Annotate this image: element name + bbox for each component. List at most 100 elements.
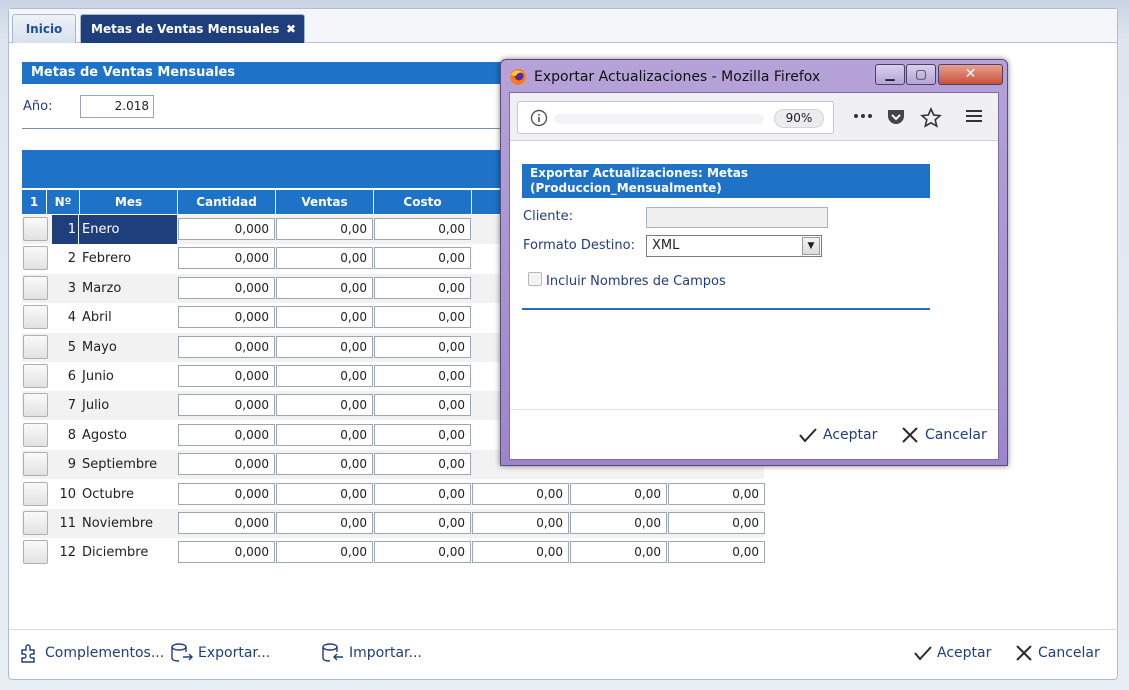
row-select-button[interactable] [23,511,48,535]
row-select-button[interactable] [23,482,48,506]
row-number: 2 [67,251,76,266]
cantidad-input[interactable]: 0,000 [178,336,275,358]
bookmark-star-icon[interactable] [920,107,942,129]
ano-input[interactable]: 2.018 [80,95,154,118]
cantidad-input[interactable]: 0,000 [178,541,275,563]
row-select-button[interactable] [23,393,48,417]
popup-cancelar-label: Cancelar [925,427,987,443]
ventas-input[interactable]: 0,00 [276,453,373,475]
popup-cancelar-button[interactable]: Cancelar [900,425,987,445]
row-mes: Diciembre [82,545,149,560]
costo-input[interactable]: 0,00 [374,277,471,299]
ventas-input[interactable]: 0,00 [276,277,373,299]
ventas-input[interactable]: 0,00 [276,394,373,416]
costo-input[interactable]: 0,00 [374,512,471,534]
exportar-button[interactable]: Exportar... [170,641,270,665]
cantidad-input[interactable]: 0,000 [178,218,275,240]
value-input[interactable]: 0,00 [472,541,569,563]
form-title: Metas de Ventas Mensuales [22,62,512,84]
row-select-button[interactable] [23,423,48,447]
cantidad-input[interactable]: 0,000 [178,483,275,505]
costo-input[interactable]: 0,00 [374,453,471,475]
costo-input[interactable]: 0,00 [374,336,471,358]
complementos-button[interactable]: Complementos... [19,641,164,665]
costo-input[interactable]: 0,00 [374,218,471,240]
importar-button[interactable]: Importar... [321,641,422,665]
ventas-input[interactable]: 0,00 [276,336,373,358]
incluir-checkbox[interactable] [528,272,542,286]
value-input[interactable]: 0,00 [472,512,569,534]
row-select-button[interactable] [23,305,48,329]
zoom-level[interactable]: 90% [774,109,824,128]
ventas-input[interactable]: 0,00 [276,306,373,328]
info-icon[interactable] [530,109,548,127]
more-icon[interactable] [852,107,874,125]
row-mes: Enero [79,215,177,244]
formato-select[interactable]: XML ▼ [646,235,822,257]
value-input[interactable]: 0,00 [668,483,765,505]
formato-label: Formato Destino: [523,238,635,253]
cliente-input[interactable] [646,207,828,228]
exportar-label: Exportar... [198,645,271,661]
cantidad-input[interactable]: 0,000 [178,394,275,416]
costo-input[interactable]: 0,00 [374,247,471,269]
cantidad-input[interactable]: 0,000 [178,512,275,534]
puzzle-icon [21,644,35,663]
ventas-input[interactable]: 0,00 [276,365,373,387]
cantidad-input[interactable]: 0,000 [178,306,275,328]
costo-input[interactable]: 0,00 [374,306,471,328]
ventas-input[interactable]: 0,00 [276,424,373,446]
costo-input[interactable]: 0,00 [374,394,471,416]
ventas-input[interactable]: 0,00 [276,247,373,269]
popup-aceptar-button[interactable]: Aceptar [798,425,877,445]
row-select-button[interactable] [23,276,48,300]
row-number: 3 [67,281,76,296]
check-icon [914,646,932,661]
grid-header-band [22,150,512,188]
tab-close-icon[interactable]: ✖ [286,22,296,36]
value-input[interactable]: 0,00 [668,541,765,563]
row-number: 9 [67,457,76,472]
ventas-input[interactable]: 0,00 [276,483,373,505]
costo-input[interactable]: 0,00 [374,483,471,505]
row-select-button[interactable] [23,335,48,359]
cantidad-input[interactable]: 0,000 [178,424,275,446]
pocket-icon[interactable] [886,107,906,127]
costo-input[interactable]: 0,00 [374,424,471,446]
ventas-input[interactable]: 0,00 [276,218,373,240]
grid-header-select: 1 [22,190,47,214]
table-row[interactable]: 11 Noviembre 0,000 0,00 0,00 0,00 0,00 0,00 [22,509,765,538]
aceptar-button[interactable]: Aceptar [913,641,991,665]
value-input[interactable]: 0,00 [570,512,667,534]
cantidad-input[interactable]: 0,000 [178,277,275,299]
cancelar-button[interactable]: Cancelar [1014,641,1100,665]
cantidad-input[interactable]: 0,000 [178,365,275,387]
costo-input[interactable]: 0,00 [374,541,471,563]
costo-input[interactable]: 0,00 [374,365,471,387]
ventas-input[interactable]: 0,00 [276,512,373,534]
value-input[interactable]: 0,00 [570,541,667,563]
maximize-button[interactable]: ▢ [906,64,936,85]
value-input[interactable]: 0,00 [472,483,569,505]
minimize-button[interactable]: ▁ [875,64,905,85]
cantidad-input[interactable]: 0,000 [178,247,275,269]
value-input[interactable]: 0,00 [570,483,667,505]
row-select-button[interactable] [23,540,48,564]
table-row[interactable]: 12 Diciembre 0,000 0,00 0,00 0,00 0,00 0,00 [22,538,765,567]
row-select-button[interactable] [23,217,48,241]
table-row[interactable]: 10 Octubre 0,000 0,00 0,00 0,00 0,00 0,00 [22,480,765,509]
chevron-down-icon[interactable]: ▼ [802,237,820,255]
hamburger-menu-icon[interactable] [965,107,983,125]
window-close-button[interactable]: ✕ [938,64,1003,85]
url-bar[interactable]: 90% [517,101,834,134]
tab-inicio[interactable]: Inicio [12,14,76,43]
tab-metas[interactable]: Metas de Ventas Mensuales ✖ [80,14,305,43]
row-mes: Abril [82,310,112,325]
value-input[interactable]: 0,00 [668,512,765,534]
row-select-button[interactable] [23,246,48,270]
row-select-button[interactable] [23,364,48,388]
ventas-input[interactable]: 0,00 [276,541,373,563]
form-divider [22,128,512,129]
cantidad-input[interactable]: 0,000 [178,453,275,475]
row-select-button[interactable] [23,452,48,476]
